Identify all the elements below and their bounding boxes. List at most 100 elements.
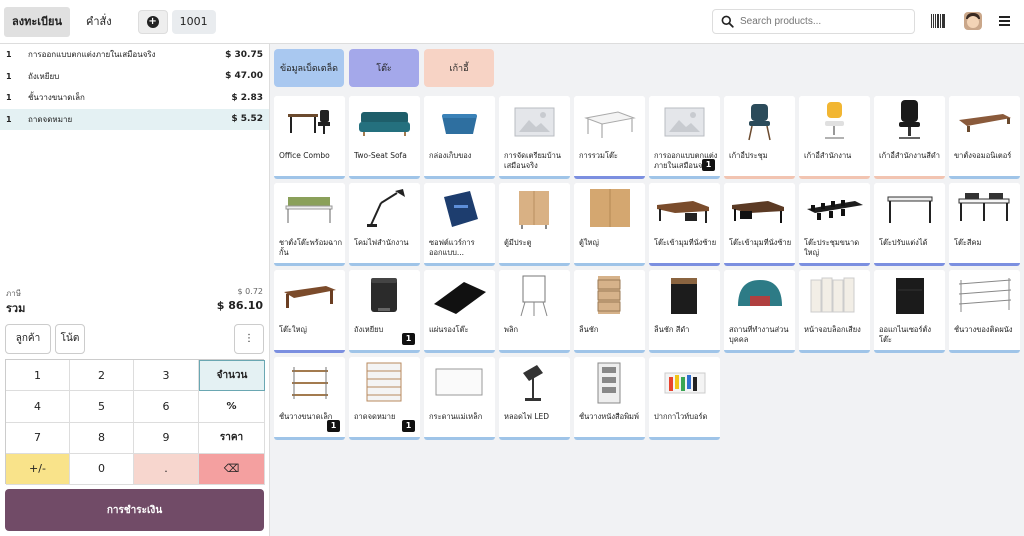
note-button[interactable]: โน้ต	[55, 324, 85, 354]
product-image	[574, 96, 645, 148]
numpad-key-1[interactable]: 1	[6, 360, 70, 392]
product-name: โต๊ะประชุมขนาดใหญ่	[804, 238, 860, 257]
product-card[interactable]: ออแกไนเซอร์ตั้งโต๊ะ	[874, 270, 945, 353]
tax-label: ภาษี	[6, 289, 22, 298]
product-image	[799, 96, 870, 148]
product-name: กระดานแม่เหล็ก	[429, 412, 483, 421]
numpad-key-5[interactable]: 5	[70, 391, 134, 423]
product-card[interactable]: ตู้ใหญ่	[574, 183, 645, 266]
backspace-button[interactable]: ⌫	[199, 453, 265, 485]
product-card[interactable]: สถานที่ทำงานส่วนบุคคล	[724, 270, 795, 353]
product-name: โต๊ะเข้ามุมที่นั่งซ้าย	[654, 238, 717, 247]
payment-button[interactable]: การชำระเงิน	[5, 489, 264, 531]
category-color-strip	[574, 350, 645, 353]
barcode-icon[interactable]	[931, 14, 945, 28]
discount-mode-button[interactable]: %	[199, 391, 265, 423]
product-card[interactable]: ถาดจดหมาย 1	[349, 357, 420, 440]
product-card[interactable]: Office Combo	[274, 96, 345, 179]
product-name: เก้าอี้สำนักงานสีดำ	[879, 151, 940, 160]
category-color-strip	[499, 437, 570, 440]
search-box[interactable]	[712, 9, 915, 34]
product-card[interactable]: โต๊ะเข้ามุมที่นั่งซ้าย	[649, 183, 720, 266]
product-card[interactable]: เก้าอี้สำนักงาน	[799, 96, 870, 179]
hamburger-menu-icon[interactable]	[999, 16, 1010, 26]
product-card[interactable]: การจัดเตรียมบ้านเสมือนจริง	[499, 96, 570, 179]
product-card[interactable]: แผ่นรองโต๊ะ	[424, 270, 495, 353]
category-color-strip	[649, 176, 720, 179]
product-card[interactable]: โต๊ะปรับแต่งได้	[874, 183, 945, 266]
order-number[interactable]: 1001	[171, 9, 216, 34]
search-icon	[721, 15, 734, 28]
product-card[interactable]: การออกแบบตกแต่งภายในเสมือนจริง 1	[649, 96, 720, 179]
numpad-key-0[interactable]: 0	[70, 453, 134, 485]
category-color-strip	[949, 263, 1020, 266]
customer-button[interactable]: ลูกค้า	[5, 324, 51, 354]
order-panel: 1 การออกแบบตกแต่งภายในเสมือนจริง $ 30.75 1 ถ…	[0, 44, 270, 536]
product-name: พลิก	[504, 325, 519, 334]
search-input[interactable]	[740, 16, 910, 27]
product-card[interactable]: เก้าอี้ประชุม	[724, 96, 795, 179]
product-image	[649, 96, 720, 148]
product-card[interactable]: ขาตั้งจอมอนิเตอร์	[949, 96, 1020, 179]
category-chairs[interactable]: เก้าอี้	[424, 49, 494, 87]
backspace-icon: ⌫	[223, 462, 240, 476]
product-card[interactable]: ชั้นวางขนาดเล็ก 1	[274, 357, 345, 440]
order-line-name: การออกแบบตกแต่งภายในเสมือนจริง	[28, 50, 156, 60]
product-card[interactable]: โต๊ะใหญ่	[274, 270, 345, 353]
product-card[interactable]: กระดานแม่เหล็ก	[424, 357, 495, 440]
product-qty-badge: 1	[702, 159, 715, 171]
order-line[interactable]: 1 ถังเหยียบ $ 47.00	[0, 66, 269, 88]
product-card[interactable]: ชั้นวางหนังสือพิมพ์	[574, 357, 645, 440]
product-card[interactable]: ลิ้นชัก สีดำ	[649, 270, 720, 353]
product-card[interactable]: กล่องเก็บของ	[424, 96, 495, 179]
order-line[interactable]: 1 การออกแบบตกแต่งภายในเสมือนจริง $ 30.75	[0, 44, 269, 66]
category-color-strip	[724, 350, 795, 353]
product-card[interactable]: โต๊ะสีคม	[949, 183, 1020, 266]
product-card[interactable]: ชั้นวางของติดผนัง	[949, 270, 1020, 353]
product-image	[499, 183, 570, 235]
numpad-key-7[interactable]: 7	[6, 422, 70, 454]
product-card[interactable]: โคมไฟสำนักงาน	[349, 183, 420, 266]
numpad-key-2[interactable]: 2	[70, 360, 134, 392]
numpad-key-3[interactable]: 3	[134, 360, 199, 392]
add-order-button[interactable]: +	[137, 9, 168, 34]
tab-orders[interactable]: คำสั่ง	[78, 7, 120, 37]
product-card[interactable]: ชาตั้งโต๊ะพร้อมฉากกั้น	[274, 183, 345, 266]
decimal-button[interactable]: .	[134, 453, 199, 485]
product-card[interactable]: หลอดไฟ LED	[499, 357, 570, 440]
order-line[interactable]: 1 ถาดจดหมาย $ 5.52	[0, 108, 269, 130]
price-mode-button[interactable]: ราคา	[199, 422, 265, 454]
product-card[interactable]: โต๊ะเข้ามุมที่นั่งซ้าย	[724, 183, 795, 266]
numpad-key-9[interactable]: 9	[134, 422, 199, 454]
product-card[interactable]: Two-Seat Sofa	[349, 96, 420, 179]
product-card[interactable]: การรวมโต๊ะ	[574, 96, 645, 179]
product-card[interactable]: โต๊ะประชุมขนาดใหญ่	[799, 183, 870, 266]
product-card[interactable]: ตู้มีประตู	[499, 183, 570, 266]
numpad-key-8[interactable]: 8	[70, 422, 134, 454]
product-qty-badge: 1	[402, 333, 415, 345]
numpad-key-4[interactable]: 4	[6, 391, 70, 423]
product-card[interactable]: ถังเหยียบ 1	[349, 270, 420, 353]
plus-minus-button[interactable]: +/-	[6, 453, 70, 485]
product-name: หลอดไฟ LED	[504, 412, 550, 421]
plus-circle-icon: +	[146, 15, 159, 28]
quantity-mode-button[interactable]: จำนวน	[199, 360, 265, 392]
more-options-button[interactable]: ⋮	[234, 324, 264, 354]
category-color-strip	[799, 176, 870, 179]
product-card[interactable]: ลิ้นชัก	[574, 270, 645, 353]
user-avatar[interactable]	[964, 12, 982, 30]
product-image	[874, 96, 945, 148]
product-image	[349, 357, 420, 409]
category-misc[interactable]: ข้อมูลเบ็ดเตล็ด	[274, 49, 344, 87]
product-card[interactable]: เก้าอี้สำนักงานสีดำ	[874, 96, 945, 179]
order-line[interactable]: 1 ชั้นวางขนาดเล็ก $ 2.83	[0, 87, 269, 109]
category-desks[interactable]: โต๊ะ	[349, 49, 419, 87]
product-card[interactable]: ปากกาไวท์บอร์ด	[649, 357, 720, 440]
product-card[interactable]: ซอฟต์แวร์การออกแบบ...	[424, 183, 495, 266]
tab-register[interactable]: ลงทะเบียน	[4, 6, 70, 37]
numpad-key-6[interactable]: 6	[134, 391, 199, 423]
category-color-strip	[724, 263, 795, 266]
product-card[interactable]: หน้าจอบล็อกเสียง	[799, 270, 870, 353]
product-card[interactable]: พลิก	[499, 270, 570, 353]
category-color-strip	[574, 437, 645, 440]
